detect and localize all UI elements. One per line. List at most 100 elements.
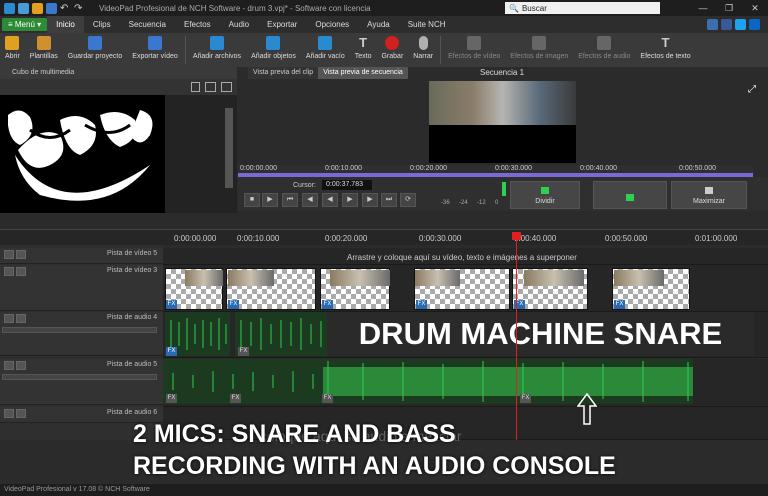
fx-button[interactable]: FX	[322, 394, 333, 403]
video-effects-button[interactable]: Efectos de vídeo	[443, 33, 505, 60]
tab-opciones[interactable]: Opciones	[306, 16, 358, 33]
lock-icon[interactable]	[16, 361, 26, 370]
tab-clip-preview[interactable]: Vista previa del clip	[248, 67, 319, 79]
export-video-button[interactable]: Exportar vídeo	[127, 33, 183, 60]
speaker-icon[interactable]	[4, 361, 14, 370]
volume-slider[interactable]	[2, 327, 157, 333]
fx-button[interactable]: FX	[520, 394, 531, 403]
go-start-button[interactable]: ⏮	[282, 193, 298, 207]
text-effects-button[interactable]: T Efectos de texto	[635, 33, 695, 61]
save-icon[interactable]	[46, 2, 57, 14]
db-label: -12	[477, 200, 486, 206]
add-files-button[interactable]: Añadir archivos	[188, 33, 246, 60]
window-title: VideoPad Profesional de NCH Software - d…	[99, 3, 371, 13]
save-project-button[interactable]: Guardar proyecto	[63, 33, 127, 60]
eye-icon[interactable]	[4, 267, 14, 276]
twitter-icon[interactable]	[735, 19, 746, 30]
fx-button[interactable]: FX	[322, 300, 333, 309]
minimize-button[interactable]: —	[690, 0, 716, 16]
preview-ruler[interactable]: 0:00:00.000 0:00:10.000 0:00:20.000 0:00…	[238, 165, 753, 173]
undo-icon[interactable]: ↶	[60, 3, 71, 14]
thumbs-up-icon[interactable]	[707, 19, 718, 30]
volume-slider[interactable]	[2, 374, 157, 380]
snapshot-button[interactable]	[593, 181, 667, 209]
fx-button[interactable]: FX	[166, 347, 177, 356]
playhead[interactable]	[516, 232, 517, 440]
timeline-ruler-label: 0:01:00.000	[695, 234, 738, 243]
narrate-button[interactable]: Narrar	[408, 33, 438, 60]
tab-suite-nch[interactable]: Suite NCH	[399, 16, 455, 33]
timeline-ruler[interactable]: 0:00:00.000 0:00:10.000 0:00:20.000 0:00…	[0, 229, 768, 245]
stop-button[interactable]: ■	[244, 193, 260, 207]
record-button[interactable]: Grabar	[376, 33, 408, 60]
export-video-icon	[148, 36, 163, 50]
text-button[interactable]: T Texto	[350, 33, 377, 61]
maximize-button[interactable]: ❐	[716, 0, 742, 16]
fx-button[interactable]: FX	[166, 394, 177, 403]
fullscreen-icon[interactable]: ⤢	[748, 84, 760, 96]
rewind-button[interactable]: ◀	[322, 193, 338, 207]
tab-ayuda[interactable]: Ayuda	[358, 16, 399, 33]
timeline-ruler-label: 0:00:00.000	[174, 234, 217, 243]
preview-ruler-label: 0:00:10.000	[325, 165, 362, 172]
eye-icon[interactable]	[4, 250, 14, 259]
facebook-icon[interactable]	[721, 19, 732, 30]
redo-icon[interactable]: ↷	[74, 3, 85, 14]
folder-add-icon[interactable]	[205, 82, 216, 92]
fx-button[interactable]: FX	[416, 300, 427, 309]
close-button[interactable]: ✕	[742, 0, 768, 16]
fx-button[interactable]: FX	[228, 300, 239, 309]
tab-efectos[interactable]: Efectos	[175, 16, 220, 33]
db-label: 0	[495, 200, 499, 206]
fx-button[interactable]: FX	[166, 300, 177, 309]
media-scrollbar[interactable]	[225, 108, 233, 188]
media-thumbnail[interactable]	[0, 95, 165, 213]
next-frame-button[interactable]: ▶	[362, 193, 378, 207]
play-button[interactable]: ▶	[262, 193, 278, 207]
clip-frame	[228, 270, 274, 286]
search-input[interactable]: 🔍 Buscar	[505, 2, 660, 14]
linkedin-icon[interactable]	[749, 19, 760, 30]
fx-button[interactable]: FX	[230, 394, 241, 403]
forward-button[interactable]: ▶	[342, 193, 358, 207]
preview-tabs: Vista previa del clip Vista previa de se…	[248, 67, 408, 79]
tab-exportar[interactable]: Exportar	[258, 16, 306, 33]
maximize-preview-button[interactable]: Maximizar	[671, 181, 747, 209]
prev-frame-button[interactable]: ◀	[302, 193, 318, 207]
menu-button[interactable]: ≡ Menú ▾	[2, 18, 48, 31]
list-view-icon[interactable]	[221, 82, 232, 92]
caption-line-1: 2 MICS: SNARE AND BASS	[133, 420, 456, 448]
fx-button[interactable]: FX	[238, 347, 249, 356]
tab-inicio[interactable]: Inicio	[47, 16, 84, 33]
speaker-icon[interactable]	[4, 314, 14, 323]
lock-icon[interactable]	[16, 409, 26, 418]
add-objects-button[interactable]: Añadir objetos	[246, 33, 301, 60]
audio-clip-long[interactable]	[163, 359, 693, 404]
image-effects-button[interactable]: Efectos de imagen	[505, 33, 573, 60]
lock-icon[interactable]	[16, 314, 26, 323]
new-project-icon[interactable]	[18, 2, 29, 14]
fx-button[interactable]: FX	[614, 300, 625, 309]
lock-icon[interactable]	[16, 250, 26, 259]
track-header-video-3: Pista de vídeo 3	[0, 265, 163, 311]
split-button[interactable]: Dividir	[510, 181, 580, 209]
lock-icon[interactable]	[16, 267, 26, 276]
go-end-button[interactable]: ⏭	[381, 193, 397, 207]
playhead-handle[interactable]	[512, 232, 521, 240]
trash-icon[interactable]	[191, 82, 200, 92]
audio-effects-button[interactable]: Efectos de audio	[573, 33, 635, 60]
cursor-time-field[interactable]: 0:00:37.783	[322, 180, 372, 190]
speaker-icon[interactable]	[4, 409, 14, 418]
tab-sequence-preview[interactable]: Vista previa de secuencia	[318, 67, 408, 79]
add-blank-button[interactable]: Añadir vacío	[301, 33, 350, 60]
templates-button[interactable]: Plantillas	[25, 33, 63, 60]
split-icon	[541, 187, 549, 194]
tab-audio[interactable]: Audio	[220, 16, 258, 33]
tab-clips[interactable]: Clips	[84, 16, 120, 33]
loop-button[interactable]: ⟳	[400, 193, 416, 207]
open-button[interactable]: Abrir	[0, 33, 25, 60]
save-icon	[88, 36, 103, 50]
open-folder-icon[interactable]	[32, 2, 43, 14]
clip-frame	[524, 270, 584, 286]
tab-secuencia[interactable]: Secuencia	[120, 16, 175, 33]
